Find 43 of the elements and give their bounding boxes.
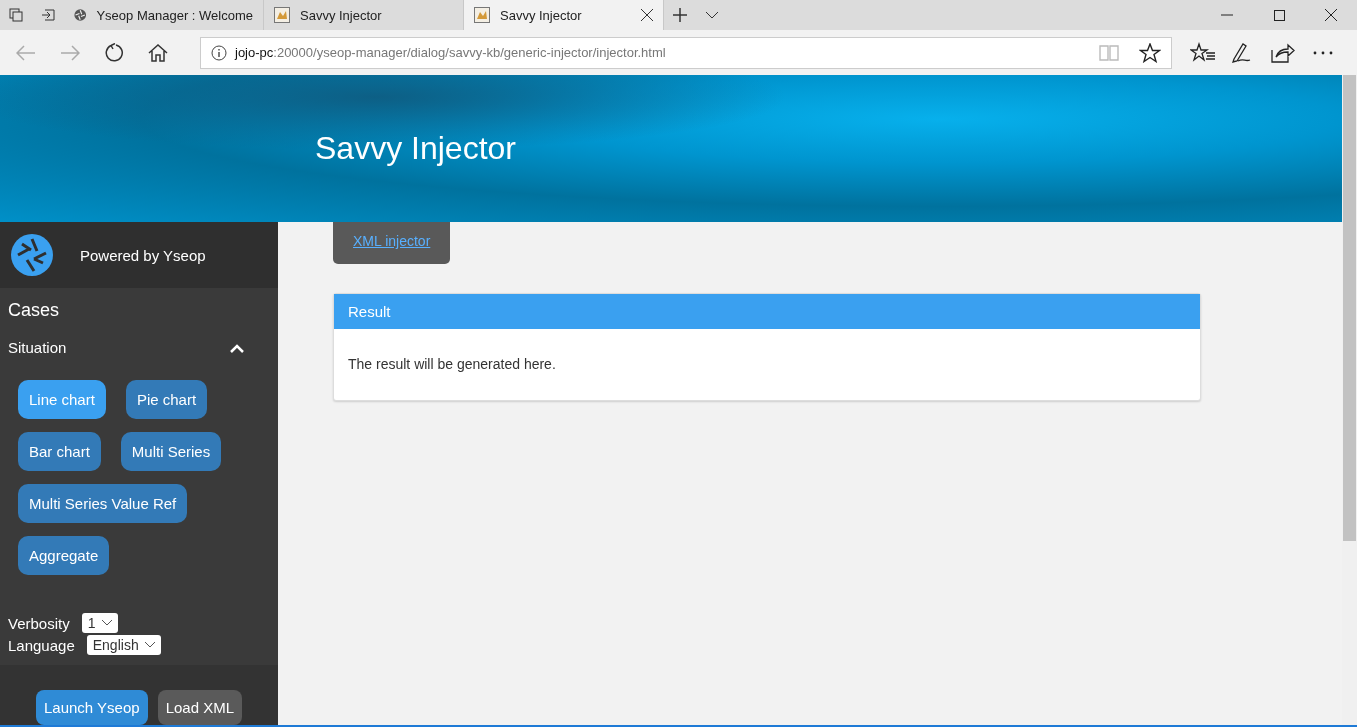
aperture-logo-icon (10, 233, 54, 278)
address-bar[interactable]: jojo-pc:20000/yseop-manager/dialog/savvy-kb/generic-injector/injector.html (200, 36, 1172, 69)
close-icon[interactable] (1325, 9, 1337, 21)
close-tab-icon[interactable] (641, 9, 653, 21)
page-title: Savvy Injector (315, 130, 516, 167)
chevron-down-icon (101, 620, 112, 626)
set-aside-tabs-icon[interactable] (41, 9, 55, 21)
image-icon (274, 7, 290, 23)
new-tab-icon[interactable] (673, 8, 687, 22)
favorites-list-icon[interactable] (1190, 41, 1216, 64)
chevron-down-icon (144, 642, 155, 648)
image-icon (474, 7, 490, 23)
info-icon[interactable] (211, 44, 227, 61)
case-button[interactable]: Aggregate (18, 536, 110, 576)
language-select[interactable]: English (86, 635, 161, 655)
case-button[interactable]: Multi Series Value Ref (18, 484, 188, 524)
result-text: The result will be generated here. (347, 355, 557, 374)
situation-header[interactable]: Situation (0, 329, 278, 367)
share-icon[interactable] (1270, 41, 1296, 64)
verbosity-select[interactable]: 1 (81, 613, 118, 633)
language-label: Language (8, 636, 75, 654)
refresh-icon[interactable] (104, 42, 124, 63)
section-title: Situation (8, 339, 67, 357)
maximize-icon[interactable] (1273, 9, 1285, 21)
star-icon[interactable] (1139, 42, 1161, 63)
verbosity-label: Verbosity (8, 614, 70, 632)
case-button[interactable]: Bar chart (18, 432, 101, 472)
load-button[interactable]: Load XML (157, 690, 242, 725)
powered-by-text: Powered by Yseop (80, 246, 206, 264)
scrollbar[interactable] (1342, 75, 1357, 725)
case-button[interactable]: Multi Series (120, 432, 222, 472)
cases-heading: Cases (7, 299, 61, 323)
url-path: :20000/yseop-manager/dialog/savvy-kb/generic-injector/injector.html (273, 45, 666, 60)
tabs-icon[interactable] (9, 8, 23, 22)
home-icon[interactable] (148, 43, 168, 62)
launch-button[interactable]: Launch Yseop (36, 690, 148, 725)
chevron-up-icon (230, 344, 244, 354)
case-button[interactable]: Pie chart (125, 380, 208, 420)
browser-tab[interactable]: Savvy Injector (464, 0, 664, 30)
url-host: jojo-pc (235, 45, 274, 60)
result-header: Result (334, 294, 1200, 329)
chevron-down-icon[interactable] (705, 11, 719, 19)
aperture-icon (74, 7, 87, 23)
